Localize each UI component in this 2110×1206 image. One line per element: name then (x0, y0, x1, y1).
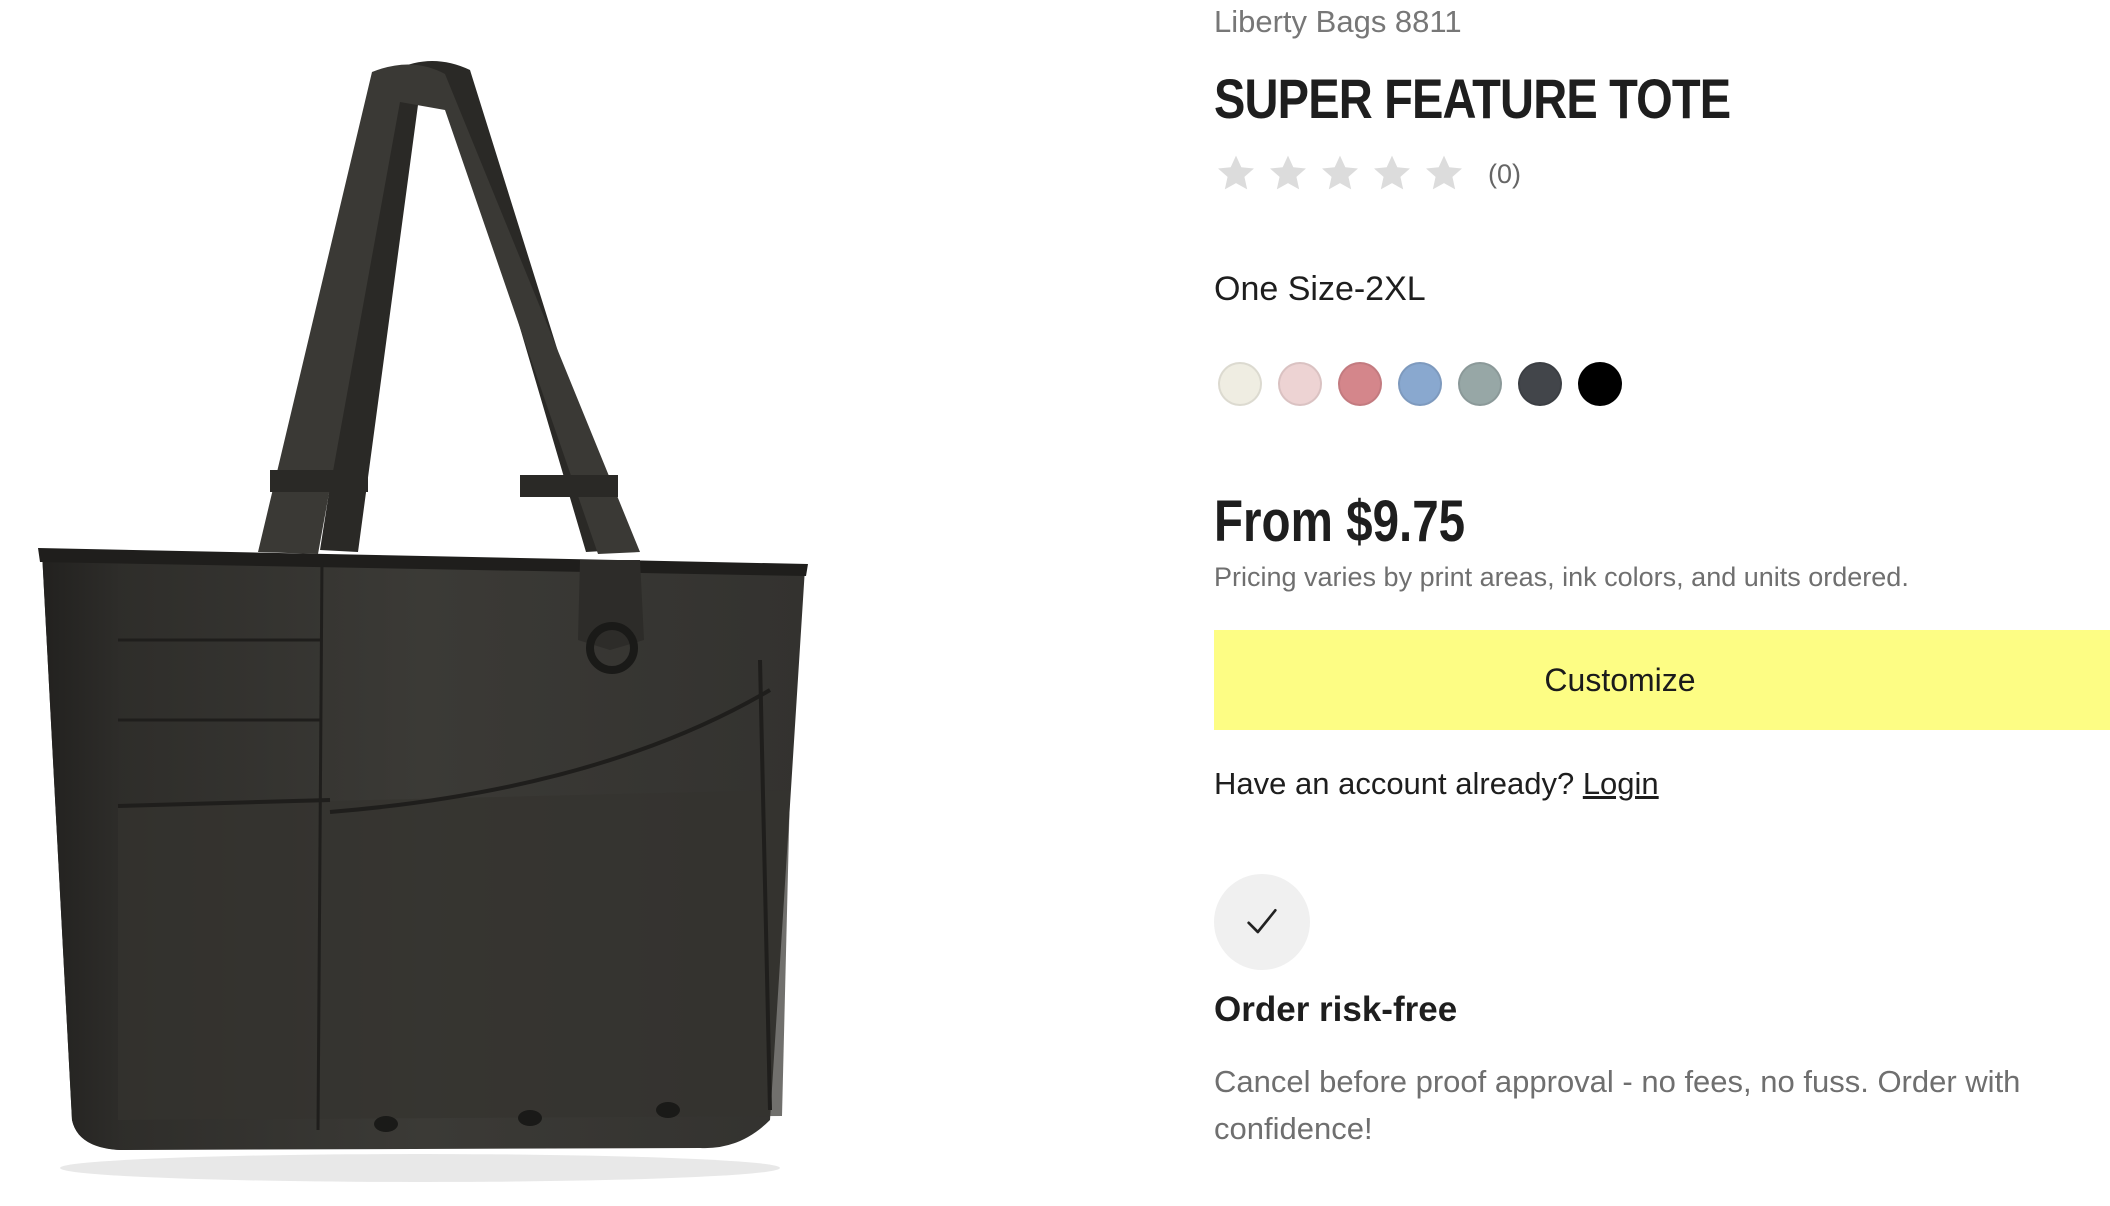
product-image[interactable] (0, 0, 840, 1206)
account-prompt: Have an account already? Login (1214, 766, 1659, 802)
color-swatch-6[interactable] (1518, 362, 1562, 406)
review-count: (0) (1488, 158, 1521, 189)
star-icon (1214, 152, 1258, 196)
color-swatch-4[interactable] (1398, 362, 1442, 406)
star-icon (1370, 152, 1414, 196)
price: From $9.75 (1214, 489, 1466, 554)
product-info-panel: Liberty Bags 8811 SUPER FEATURE TOTE (0)… (1214, 0, 2110, 1206)
brand-label: Liberty Bags 8811 (1214, 4, 1462, 39)
product-title: SUPER FEATURE TOTE (1214, 67, 1731, 130)
rating-row[interactable]: (0) (1214, 152, 1521, 196)
risk-free-text: Cancel before proof approval - no fees, … (1214, 1064, 2021, 1146)
tote-bag-illustration (38, 61, 808, 1182)
color-swatch-7[interactable] (1578, 362, 1622, 406)
size-label: One Size-2XL (1214, 270, 1426, 308)
color-swatch-2[interactable] (1278, 362, 1322, 406)
account-prompt-text: Have an account already? (1214, 766, 1575, 801)
color-swatches (1218, 362, 1638, 406)
star-icon (1318, 152, 1362, 196)
customize-button[interactable]: Customize (1214, 630, 2110, 730)
star-icon (1422, 152, 1466, 196)
risk-free-title: Order risk-free (1214, 990, 1458, 1029)
risk-free-badge (1214, 874, 1310, 970)
color-swatch-1[interactable] (1218, 362, 1262, 406)
customize-button-label: Customize (1544, 661, 1696, 698)
checkmark-icon (1247, 909, 1277, 934)
login-link[interactable]: Login (1583, 766, 1659, 801)
color-swatch-3[interactable] (1338, 362, 1382, 406)
star-icon (1266, 152, 1310, 196)
color-swatch-5[interactable] (1458, 362, 1502, 406)
pricing-note: Pricing varies by print areas, ink color… (1214, 562, 1909, 592)
